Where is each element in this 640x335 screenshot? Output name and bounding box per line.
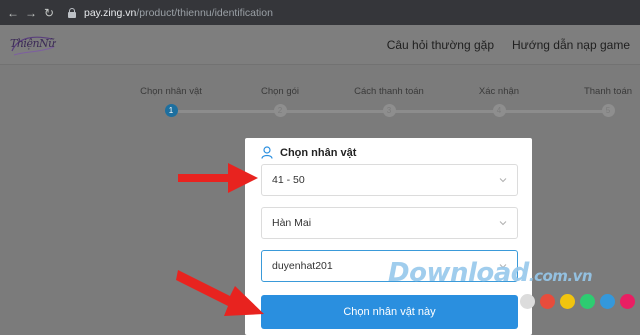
step-payment: Thanh toán 5 bbox=[563, 85, 640, 117]
user-icon bbox=[261, 146, 273, 159]
forward-arrow-icon[interactable]: → bbox=[22, 0, 40, 25]
browser-toolbar: ← → ↻ pay.zing.vn/product/thiennu/identi… bbox=[0, 0, 640, 25]
server-select[interactable]: Hàn Mai bbox=[261, 207, 518, 239]
character-form-card: Chọn nhân vật 41 - 50 Hàn Mai duyenhat20… bbox=[245, 138, 532, 335]
back-arrow-icon[interactable]: ← bbox=[4, 0, 22, 25]
address-bar[interactable]: pay.zing.vn/product/thiennu/identificati… bbox=[68, 0, 273, 25]
step-confirm: Xác nhận 4 bbox=[454, 85, 544, 117]
watermark-brand: Download bbox=[388, 258, 529, 288]
step-label: Chọn nhân vật bbox=[140, 86, 202, 97]
download-watermark: Download.com.vn bbox=[388, 258, 593, 288]
progress-stepper: Chọn nhân vật 1 Chọn gói 2 Cách thanh to… bbox=[0, 85, 640, 125]
faq-link[interactable]: Câu hỏi thường gặp bbox=[387, 38, 494, 52]
watermark-suffix: .com.vn bbox=[528, 267, 593, 285]
logo-text: ThiệnNữ bbox=[10, 37, 55, 50]
server-range-select[interactable]: 41 - 50 bbox=[261, 164, 518, 196]
watermark-dots bbox=[520, 294, 635, 309]
server-value: Hàn Mai bbox=[272, 217, 312, 229]
step-label: Chọn gói bbox=[260, 86, 300, 97]
step-number: 3 bbox=[382, 104, 396, 117]
watermark-dot bbox=[520, 294, 535, 309]
form-title: Chọn nhân vật bbox=[261, 146, 356, 159]
watermark-dot bbox=[580, 294, 595, 309]
watermark-dot bbox=[540, 294, 555, 309]
form-title-text: Chọn nhân vật bbox=[280, 146, 357, 159]
step-number: 5 bbox=[601, 104, 615, 117]
topup-guide-link[interactable]: Hướng dẫn nạp game bbox=[512, 38, 630, 52]
step-label: Thanh toán bbox=[583, 86, 633, 97]
step-number: 2 bbox=[273, 104, 287, 117]
step-payment-method: Cách thanh toán 3 bbox=[344, 85, 434, 117]
url-host: pay.zing.vn bbox=[84, 6, 137, 19]
server-range-value: 41 - 50 bbox=[272, 174, 305, 186]
reload-icon[interactable]: ↻ bbox=[40, 0, 58, 25]
step-label: Xác nhận bbox=[478, 86, 520, 97]
step-choose-package: Chọn gói 2 bbox=[235, 85, 325, 117]
step-label: Cách thanh toán bbox=[354, 86, 424, 97]
annotation-arrow-icon bbox=[178, 163, 258, 193]
site-header: ThiệnNữ Câu hỏi thường gặp Hướng dẫn nạp… bbox=[0, 25, 640, 65]
watermark-dot bbox=[560, 294, 575, 309]
character-name-value: duyenhat201 bbox=[272, 260, 333, 272]
lock-icon bbox=[68, 7, 76, 18]
chevron-down-icon bbox=[499, 221, 507, 226]
step-number: 1 bbox=[164, 104, 178, 117]
chevron-down-icon bbox=[499, 178, 507, 183]
top-nav: Câu hỏi thường gặp Hướng dẫn nạp game bbox=[387, 25, 630, 65]
choose-character-button[interactable]: Chọn nhân vật này bbox=[261, 295, 518, 329]
step-number: 4 bbox=[492, 104, 506, 117]
annotation-arrow-icon bbox=[176, 270, 264, 316]
watermark-dot bbox=[620, 294, 635, 309]
game-logo[interactable]: ThiệnNữ bbox=[8, 31, 56, 59]
step-choose-character: Chọn nhân vật 1 bbox=[126, 85, 216, 117]
watermark-dot bbox=[600, 294, 615, 309]
url-path: /product/thiennu/identification bbox=[136, 6, 273, 19]
